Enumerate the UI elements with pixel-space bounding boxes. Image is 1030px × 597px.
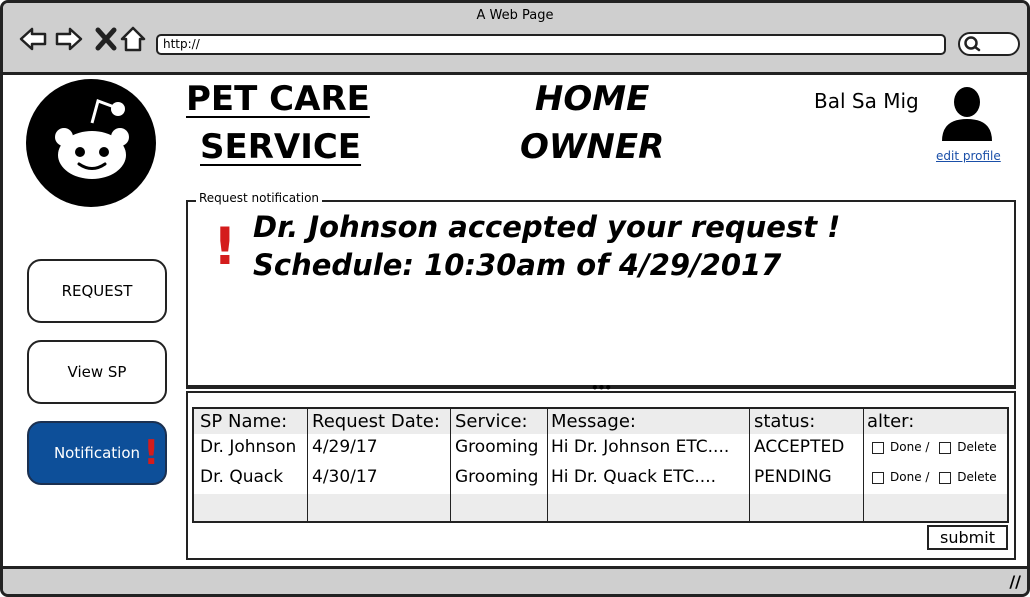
column-divider [863, 409, 864, 521]
brand-title-line1: PET CARE [186, 79, 370, 119]
header-service: Service: [455, 411, 528, 432]
browser-titlebar: A Web Page http:// [3, 3, 1027, 75]
forward-arrow-icon[interactable] [55, 25, 83, 53]
edit-profile-link[interactable]: edit profile [936, 149, 1001, 163]
delete-label: Delete [957, 440, 997, 454]
notification-schedule: Schedule: 10:30am of 4/29/2017 [253, 248, 782, 282]
cell-date: 4/30/17 [312, 467, 378, 487]
search-icon [964, 36, 981, 52]
header-message: Message: [551, 411, 636, 432]
notification-message: Dr. Johnson accepted your request ! [253, 210, 841, 244]
done-label: Done / [890, 440, 930, 454]
home-icon[interactable] [119, 25, 147, 53]
cell-service: Grooming [455, 437, 539, 457]
table-row: Dr. Johnson 4/29/17 Grooming Hi Dr. John… [194, 434, 1007, 464]
done-checkbox[interactable] [872, 441, 884, 454]
cell-alter: Done / Delete [872, 434, 997, 460]
stop-x-icon[interactable] [93, 25, 121, 53]
cell-alter: Done / Delete [872, 464, 997, 490]
header-request-date: Request Date: [312, 411, 440, 432]
sidebar-item-label: View SP [67, 363, 127, 381]
url-bar[interactable]: http:// [156, 34, 946, 55]
page-title-line1: HOME [534, 79, 650, 119]
submit-button[interactable]: submit [927, 525, 1008, 550]
requests-table: SP Name: Request Date: Service: Message:… [192, 407, 1009, 523]
sidebar-item-view-sp[interactable]: View SP [27, 340, 167, 404]
header-status: status: [754, 411, 816, 432]
done-label: Done / [890, 470, 930, 484]
user-name: Bal Sa Mig [814, 89, 919, 113]
resize-grip-icon[interactable]: // [1009, 572, 1021, 591]
alert-exclamation-icon: ! [213, 217, 237, 277]
user-avatar-icon[interactable] [940, 85, 994, 143]
cell-date: 4/29/17 [312, 437, 378, 457]
sidebar-item-notification[interactable]: Notification ! [27, 421, 167, 485]
back-arrow-icon[interactable] [19, 25, 47, 53]
delete-checkbox[interactable] [939, 471, 952, 484]
cell-sp-name: Dr. Quack [200, 467, 284, 487]
column-divider [547, 409, 548, 521]
column-divider [749, 409, 750, 521]
cell-sp-name: Dr. Johnson [200, 437, 297, 457]
done-checkbox[interactable] [872, 471, 884, 484]
cell-service: Grooming [455, 467, 539, 487]
sidebar-item-label: Notification [53, 444, 141, 462]
delete-checkbox[interactable] [939, 441, 952, 454]
sidebar-item-request[interactable]: REQUEST [27, 259, 167, 323]
notification-legend: Request notification [196, 191, 323, 205]
column-divider [450, 409, 451, 521]
cell-message: Hi Dr. Quack ETC.... [551, 467, 717, 487]
sidebar-item-label: REQUEST [61, 282, 133, 300]
brand-title: PET CARE SERVICE [186, 75, 370, 171]
reddit-alien-logo [26, 79, 156, 207]
header-alter: alter: [867, 411, 915, 432]
header-sp-name: SP Name: [200, 411, 288, 432]
window-title: A Web Page [476, 8, 554, 23]
browser-search-box[interactable] [958, 32, 1020, 56]
table-row: Dr. Quack 4/30/17 Grooming Hi Dr. Quack … [194, 464, 1007, 494]
cell-status: ACCEPTED [754, 437, 845, 457]
cell-message: Hi Dr. Johnson ETC.... [551, 437, 730, 457]
page-title: HOME OWNER [520, 75, 664, 171]
brand-title-line2: SERVICE [200, 127, 362, 167]
cell-status: PENDING [754, 467, 832, 487]
page-title-line2: OWNER [520, 127, 665, 167]
browser-window: A Web Page http:// PET CARE SERVICE HOME… [0, 0, 1030, 597]
delete-label: Delete [957, 470, 997, 484]
column-divider [307, 409, 308, 521]
browser-statusbar: // [3, 566, 1027, 594]
notification-alert-icon: ! [143, 433, 159, 473]
